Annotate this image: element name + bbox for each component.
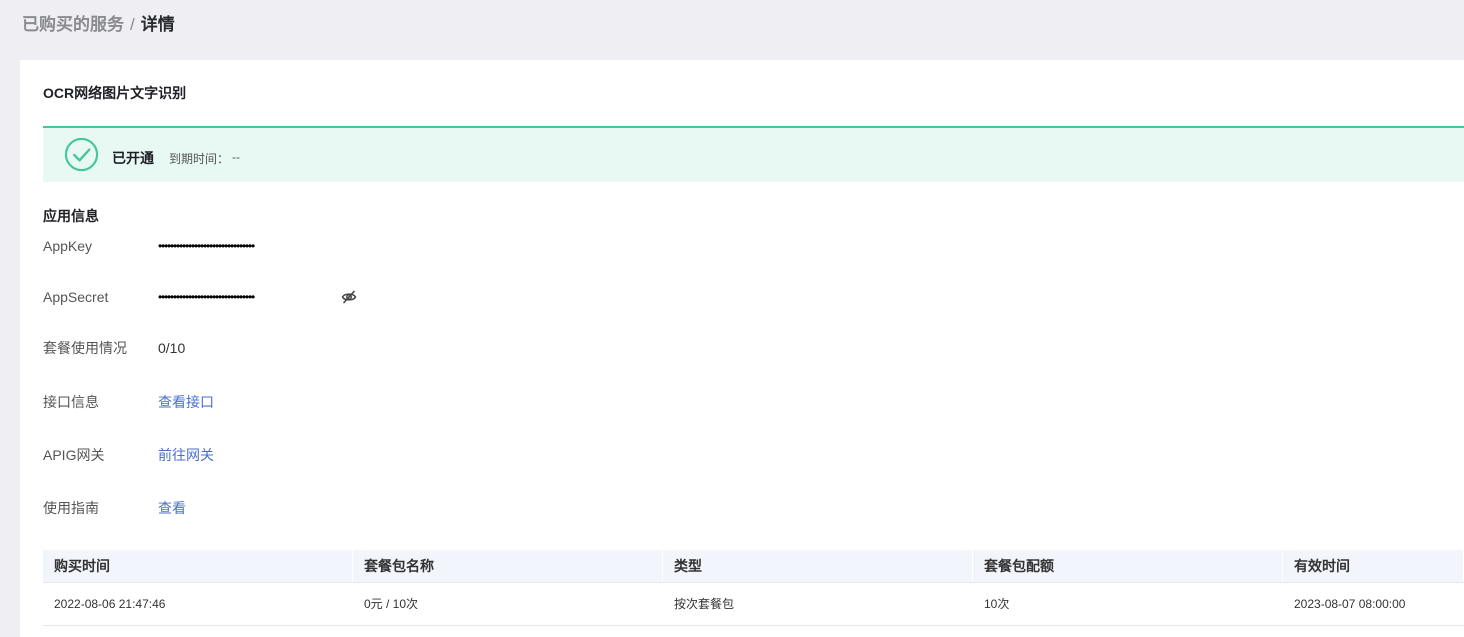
check-circle-icon xyxy=(64,137,99,172)
go-to-gateway-link[interactable]: 前往网关 xyxy=(158,445,214,465)
appsecret-value: •••••••••••••••••••••••••••••••• xyxy=(158,290,255,304)
usage-value: 0/10 xyxy=(158,340,186,356)
breadcrumb: 已购买的服务 / 详情 xyxy=(22,13,175,37)
column-header-quota: 套餐包配额 xyxy=(973,550,1283,582)
status-banner: 已开通 到期时间： -- xyxy=(43,126,1464,182)
status-label: 已开通 xyxy=(112,150,154,166)
cell-type: 按次套餐包 xyxy=(674,597,735,611)
table-header: 购买时间 套餐包名称 类型 套餐包配额 有效时间 xyxy=(43,550,1464,583)
purchase-table: 购买时间 套餐包名称 类型 套餐包配额 有效时间 2022-08-06 21:4… xyxy=(43,550,1464,626)
cell-package-name: 0元 / 10次 xyxy=(364,597,419,611)
app-info-section-title: 应用信息 xyxy=(43,208,99,224)
gateway-label: APIG网关 xyxy=(43,447,105,463)
appkey-label: AppKey xyxy=(43,238,93,254)
cell-quota: 10次 xyxy=(984,597,1010,611)
view-guide-link[interactable]: 查看 xyxy=(158,498,186,518)
column-header-purchase-time: 购买时间 xyxy=(43,550,353,582)
breadcrumb-current: 详情 xyxy=(140,15,175,34)
appkey-value: •••••••••••••••••••••••••••••••• xyxy=(158,239,255,253)
column-header-type: 类型 xyxy=(663,550,973,582)
cell-valid-time: 2023-08-07 08:00:00 xyxy=(1294,597,1406,611)
appsecret-label: AppSecret xyxy=(43,289,109,305)
guide-label: 使用指南 xyxy=(43,500,99,516)
api-info-label: 接口信息 xyxy=(43,394,99,410)
table-row: 2022-08-06 21:47:46 0元 / 10次 按次套餐包 10次 2… xyxy=(43,583,1464,626)
column-header-valid-time: 有效时间 xyxy=(1283,550,1464,582)
column-header-package-name: 套餐包名称 xyxy=(353,550,663,582)
expire-label: 到期时间： xyxy=(169,152,230,166)
cell-purchase-time: 2022-08-06 21:47:46 xyxy=(54,597,166,611)
view-api-link[interactable]: 查看接口 xyxy=(158,392,214,412)
breadcrumb-link-purchased-services[interactable]: 已购买的服务 xyxy=(22,15,124,34)
eye-off-icon[interactable] xyxy=(341,289,357,305)
breadcrumb-separator: / xyxy=(130,15,135,34)
usage-label: 套餐使用情况 xyxy=(43,340,127,356)
detail-card: OCR网络图片文字识别 已开通 到期时间： -- 应用信息 AppKey •••… xyxy=(20,60,1464,637)
page-title: OCR网络图片文字识别 xyxy=(43,85,187,101)
expire-value: -- xyxy=(232,150,240,164)
